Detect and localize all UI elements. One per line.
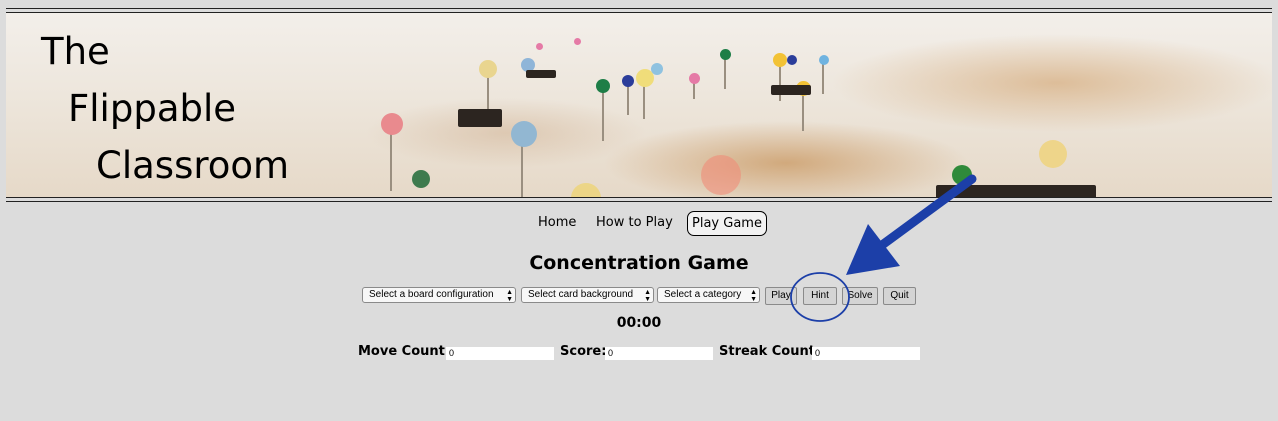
category-select-label: Select a category [664, 289, 742, 300]
banner-image: The Flippable Classroom [6, 12, 1272, 198]
game-controls: Select a board configuration ▲ ▼ Select c… [0, 287, 1278, 305]
board-configuration-select[interactable]: Select a board configuration ▲ ▼ [362, 287, 516, 303]
select-arrows-icon: ▲ ▼ [750, 289, 757, 303]
nav-play-game[interactable]: Play Game [687, 211, 767, 236]
game-piece-decoration [458, 109, 502, 127]
solve-button[interactable]: Solve [842, 287, 878, 305]
nav-how-to-play[interactable]: How to Play [592, 211, 677, 236]
game-piece-decoration [936, 185, 1096, 197]
quit-button[interactable]: Quit [883, 287, 916, 305]
hint-button[interactable]: Hint [803, 287, 837, 305]
select-arrows-icon: ▲ ▼ [506, 289, 513, 303]
site-title-line-2: Flippable [68, 87, 237, 130]
card-background-select[interactable]: Select card background ▲ ▼ [521, 287, 654, 303]
header-banner: The Flippable Classroom [6, 8, 1272, 202]
streak-count-field[interactable]: 0 [812, 347, 920, 360]
nav-home[interactable]: Home [534, 211, 580, 236]
select-arrows-icon: ▲ ▼ [644, 289, 651, 303]
game-title: Concentration Game [529, 252, 749, 274]
card-background-select-label: Select card background [528, 289, 634, 300]
game-piece-decoration [526, 70, 556, 78]
game-timer: 00:00 [616, 315, 662, 331]
move-count-field[interactable]: 0 [446, 347, 554, 360]
main-nav: Home How to Play Play Game [0, 211, 1278, 237]
score-label: Score: [560, 344, 607, 359]
move-count-label: Move Count: [358, 344, 451, 359]
play-button[interactable]: Play [765, 287, 797, 305]
board-configuration-select-label: Select a board configuration [369, 289, 494, 300]
category-select[interactable]: Select a category ▲ ▼ [657, 287, 760, 303]
score-field[interactable]: 0 [605, 347, 713, 360]
site-title-line-3: Classroom [96, 144, 290, 187]
game-piece-decoration [771, 85, 811, 95]
streak-count-label: Streak Count: [719, 344, 821, 359]
site-title-line-1: The [41, 30, 110, 73]
